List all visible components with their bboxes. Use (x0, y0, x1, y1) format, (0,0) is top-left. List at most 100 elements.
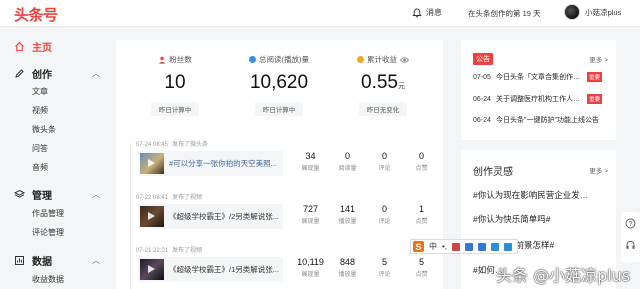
post-meta: 07-22 08:41 发布了视频 (136, 192, 436, 201)
inspiration-more-link[interactable]: 更多 > (589, 165, 608, 175)
metric-value: 0 (344, 151, 350, 161)
list-item: 07-22 08:41 发布了视频 《超级学校霸王》/2另类解说张... 727 展… (136, 192, 436, 229)
metric: 5 评论 (366, 257, 403, 278)
question-icon: ? (625, 218, 636, 228)
floating-tools: ? (621, 212, 640, 262)
post-title[interactable]: #可以分享一张你拍的天空美照... (169, 158, 279, 169)
sogou-icon[interactable]: S (413, 241, 424, 252)
pencil-icon (15, 69, 24, 78)
post-title[interactable]: 《超级学校霸王》/2另类解说张... (169, 211, 279, 222)
chinese-mode-icon[interactable]: 中 (429, 241, 437, 252)
user-menu[interactable]: 小菇凉plus (564, 4, 621, 20)
sidebar-item-works[interactable]: 作品管理 (32, 208, 64, 219)
post-title[interactable]: 《超级学校霸王》/1另类解说张... (169, 264, 279, 275)
messages-button[interactable]: 消息 (412, 7, 442, 18)
support-button[interactable] (621, 234, 640, 256)
metric-label: 播放量 (338, 219, 357, 225)
headset-icon (626, 240, 635, 249)
stat-income[interactable]: 累计收益 0.55元 昨日无变化 (332, 54, 434, 116)
inspiration-item[interactable]: #你认为现在影响民营企业发… (473, 189, 609, 201)
metric-label: 评论 (378, 219, 391, 225)
sidebar-item-article[interactable]: 文章 (32, 86, 48, 97)
stat-label-text: 粉丝数 (169, 55, 192, 64)
inspiration-item[interactable]: #你认为快乐简单吗# (473, 213, 609, 225)
metric-label: 点赞 (415, 219, 428, 225)
post-thumbnail[interactable] (140, 206, 164, 227)
stat-label-text: 总阅读(播放)量 (259, 55, 309, 64)
punctuation-icon[interactable]: •, (442, 242, 447, 251)
announcement-item[interactable]: 06-24 关于调整医疗机构工作人… 重要 (473, 94, 609, 104)
post-thumbnail[interactable] (140, 259, 164, 280)
stat-value: 0.55元 (332, 72, 434, 94)
eye-icon[interactable] (400, 56, 409, 64)
sidebar-section-label: 创作 (32, 70, 52, 81)
post-time: 07-22 08:41 (136, 195, 169, 201)
sidebar-item-video[interactable]: 视频 (32, 105, 48, 116)
chevron-up-icon: ︿ (92, 190, 100, 199)
toolbox-icon[interactable] (504, 242, 513, 251)
post-preview[interactable]: #可以分享一张你拍的天空美照... (138, 151, 283, 176)
metric: 848 播放量 (329, 257, 366, 278)
username: 小菇凉plus (585, 7, 622, 17)
announcement-more-link[interactable]: 更多 > (589, 54, 608, 64)
logo[interactable]: 头条号 (14, 4, 58, 25)
person-icon (159, 56, 166, 64)
microphone-icon[interactable] (465, 242, 474, 251)
inspiration-title: 创作灵感 (473, 167, 513, 178)
post-preview[interactable]: 《超级学校霸王》/2另类解说张... (138, 204, 283, 229)
announcement-item[interactable]: 06-24 今日头条"一键防护"功能上线公告 (473, 115, 609, 125)
announcement-tag: 公告 (473, 53, 493, 65)
keyboard-icon[interactable] (478, 242, 487, 251)
stat-label-text: 累计收益 (367, 55, 397, 64)
top-bar: 头条号 消息 在头条创作的第 19 天 小菇凉plus (0, 0, 640, 27)
sidebar-item-micro[interactable]: 微头条 (32, 124, 56, 135)
post-metrics: 10,119 展现量 848 播放量 5 评论 5 点赞 (292, 257, 440, 278)
timeline-line (130, 143, 131, 289)
stat-followers[interactable]: 粉丝数 10 昨日计算中 (124, 54, 226, 116)
sidebar-item-qa[interactable]: 问答 (32, 143, 48, 154)
metric: 727 展现量 (292, 204, 329, 225)
sidebar-section-create[interactable]: 创作 ︿ (14, 66, 100, 81)
sidebar-section-label: 数据 (32, 257, 52, 268)
metric: 0 阅读量 (329, 151, 366, 172)
metric-value: 0 (381, 204, 387, 214)
announcement-title: 关于调整医疗机构工作人… (496, 96, 580, 103)
chart-icon (15, 256, 24, 265)
sidebar-item-comments[interactable]: 评论管理 (32, 227, 64, 238)
sidebar-item-audio[interactable]: 音频 (32, 162, 48, 173)
avatar[interactable] (564, 4, 580, 20)
metric-label: 点赞 (415, 166, 428, 172)
announcement-item[interactable]: 07-05 今日头条「文章合集创作… 重要 (473, 72, 609, 82)
post-thumbnail[interactable] (140, 153, 164, 174)
stat-label: 累计收益 (332, 54, 434, 65)
list-item: 07-24 08:45 发布了微头条 #可以分享一张你拍的天空美照... 34 展现… (136, 139, 436, 176)
emoji-icon[interactable] (452, 242, 461, 251)
post-preview[interactable]: 《超级学校霸王》/1另类解说张... (138, 257, 283, 282)
sidebar-item-income[interactable]: 收益数据 (32, 274, 64, 285)
announcement-date: 07-05 (473, 73, 491, 81)
metric-value: 10,119 (297, 257, 324, 267)
skin-icon[interactable] (491, 242, 500, 251)
watermark: 头条 @小菇凉plus (496, 266, 631, 285)
sidebar-item-home[interactable]: 主页 (14, 39, 52, 54)
stat-label: 粉丝数 (124, 54, 226, 65)
stat-note: 昨日无变化 (358, 102, 408, 116)
sidebar-section-manage[interactable]: 管理 ︿ (14, 187, 100, 202)
announcement-title: 今日头条"一键防护"功能上线公告 (496, 117, 599, 124)
stat-unit: 元 (397, 83, 405, 90)
chevron-up-icon: ︿ (92, 256, 100, 265)
post-time: 07-24 08:45 (136, 142, 169, 148)
feedback-button[interactable]: ? (621, 212, 640, 234)
metric-value: 0 (418, 151, 424, 161)
metric-label: 评论 (378, 272, 391, 278)
stat-reads[interactable]: 总阅读(播放)量 10,620 昨日计算中 (228, 54, 330, 116)
reads-icon (249, 56, 256, 63)
layers-icon (14, 189, 25, 198)
metric-value: 848 (339, 257, 356, 267)
sidebar-section-data[interactable]: 数据 ︿ (14, 253, 100, 268)
metric: 0 评论 (366, 204, 403, 225)
metric: 5 点赞 (403, 257, 440, 278)
stat-value: 10 (124, 72, 226, 94)
metric-value: 1 (418, 204, 424, 214)
metric: 141 播放量 (329, 204, 366, 225)
